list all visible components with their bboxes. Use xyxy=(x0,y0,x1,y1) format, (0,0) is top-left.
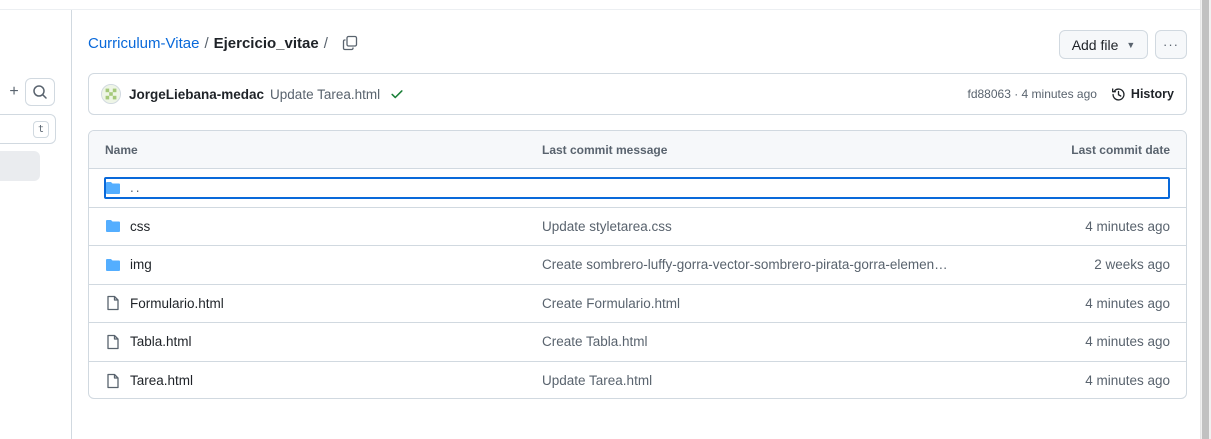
top-header-edge xyxy=(0,0,1200,10)
commit-date[interactable]: 4 minutes ago xyxy=(970,334,1170,349)
file-name-cell: Tabla.html xyxy=(105,334,542,350)
go-to-file-input[interactable]: t xyxy=(0,114,56,144)
folder-icon xyxy=(105,218,121,234)
table-header: Name Last commit message Last commit dat… xyxy=(89,131,1186,169)
column-header-name: Name xyxy=(105,142,138,157)
check-success-icon[interactable] xyxy=(390,87,404,101)
column-header-message: Last commit message xyxy=(542,142,668,157)
avatar-identicon-icon xyxy=(102,85,120,103)
file-icon xyxy=(105,373,121,389)
focus-ring xyxy=(104,177,1170,199)
table-row[interactable]: css Update styletarea.css 4 minutes ago xyxy=(89,208,1186,246)
copy-path-button[interactable] xyxy=(341,34,359,52)
commit-date[interactable]: 4 minutes ago xyxy=(970,373,1170,388)
commit-date[interactable]: 4 minutes ago xyxy=(970,296,1170,311)
add-file-label: Add file xyxy=(1071,36,1119,53)
breadcrumb: Curriculum-Vitae / Ejercicio_vitae / xyxy=(88,32,359,54)
commit-message-link[interactable]: Create Formulario.html xyxy=(542,296,970,311)
breadcrumb-repo-link[interactable]: Curriculum-Vitae xyxy=(88,35,199,52)
add-file-icon[interactable]: + xyxy=(4,78,24,106)
file-name-link[interactable]: Tarea.html xyxy=(130,373,193,388)
parent-directory-row[interactable]: .. xyxy=(89,169,1186,208)
commit-message-link[interactable]: Update styletarea.css xyxy=(542,219,970,234)
commit-message-link[interactable]: Update Tarea.html xyxy=(270,87,380,102)
table-row[interactable]: Formulario.html Create Formulario.html 4… xyxy=(89,285,1186,323)
breadcrumb-separator: / xyxy=(204,34,209,52)
commit-message-link[interactable]: Create Tabla.html xyxy=(542,334,970,349)
folder-icon xyxy=(105,257,121,273)
table-row[interactable]: img Create sombrero-luffy-gorra-vector-s… xyxy=(89,246,1186,285)
table-row[interactable]: Tarea.html Update Tarea.html 4 minutes a… xyxy=(89,362,1186,399)
sidebar-selected-item[interactable] xyxy=(0,151,40,181)
file-table: Name Last commit message Last commit dat… xyxy=(88,130,1187,399)
caret-down-icon: ▼ xyxy=(1126,39,1136,50)
latest-commit-bar: JorgeLiebana-medac Update Tarea.html fd8… xyxy=(88,73,1187,115)
commit-sha-and-time[interactable]: fd88063 · 4 minutes ago xyxy=(968,87,1097,101)
file-name-cell: img xyxy=(105,257,542,273)
shortcut-key: t xyxy=(33,121,49,138)
file-name-cell: Tarea.html xyxy=(105,373,542,389)
more-options-button[interactable]: ··· xyxy=(1155,30,1187,59)
table-row[interactable]: Tabla.html Create Tabla.html 4 minutes a… xyxy=(89,323,1186,362)
file-name-link[interactable]: Formulario.html xyxy=(130,296,224,311)
add-file-button[interactable]: Add file ▼ xyxy=(1059,30,1148,59)
file-name-cell: css xyxy=(105,218,542,234)
search-button[interactable] xyxy=(25,78,55,106)
file-icon xyxy=(105,295,121,311)
avatar[interactable] xyxy=(101,84,121,104)
file-name-cell: Formulario.html xyxy=(105,295,542,311)
file-icon xyxy=(105,334,121,350)
commit-author-link[interactable]: JorgeLiebana-medac xyxy=(129,87,264,102)
history-label: History xyxy=(1130,87,1174,101)
file-tree-sidebar: + t xyxy=(0,10,72,439)
page-scrollbar[interactable] xyxy=(1200,0,1211,439)
breadcrumb-separator: / xyxy=(323,34,328,52)
commit-date[interactable]: 2 weeks ago xyxy=(970,257,1170,272)
file-name-link[interactable]: img xyxy=(130,257,152,272)
file-name-link[interactable]: css xyxy=(130,219,150,234)
kebab-horizontal-icon: ··· xyxy=(1163,37,1179,52)
breadcrumb-current-folder: Ejercicio_vitae xyxy=(213,34,319,52)
commit-message-link[interactable]: Update Tarea.html xyxy=(542,373,970,388)
copy-icon xyxy=(342,35,358,51)
file-rows: css Update styletarea.css 4 minutes ago … xyxy=(89,208,1186,399)
scrollbar-thumb[interactable] xyxy=(1202,0,1209,439)
commit-date[interactable]: 4 minutes ago xyxy=(970,219,1170,234)
column-header-date: Last commit date xyxy=(1071,142,1170,157)
search-icon xyxy=(33,85,47,99)
file-name-link[interactable]: Tabla.html xyxy=(130,334,192,349)
commit-message-link[interactable]: Create sombrero-luffy-gorra-vector-sombr… xyxy=(542,257,970,272)
history-button[interactable]: History xyxy=(1111,87,1174,102)
history-icon xyxy=(1111,87,1125,101)
